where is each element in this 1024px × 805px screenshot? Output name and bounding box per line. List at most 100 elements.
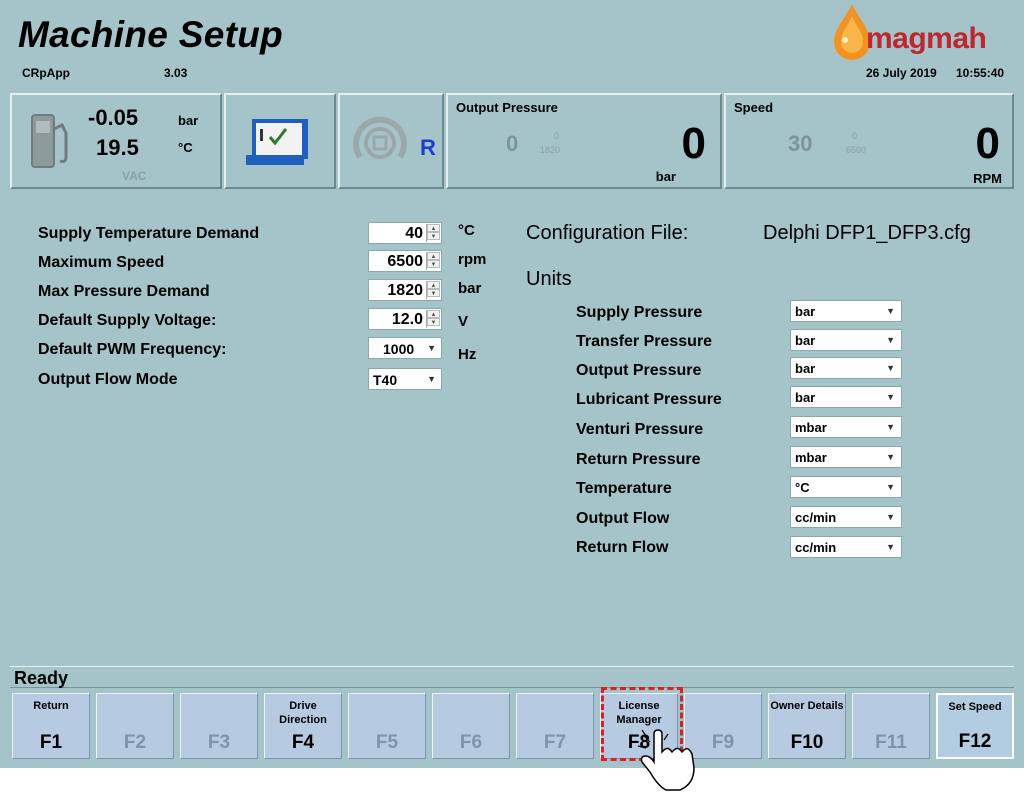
unit-value: cc/min xyxy=(795,510,837,525)
unit-select-return-flow[interactable]: cc/min ▼ xyxy=(790,536,902,558)
supply-temperature-demand-input[interactable]: 40 ▲ ▼ xyxy=(368,222,442,244)
unit-label-return-pressure: Return Pressure xyxy=(576,451,701,468)
default-pwm-frequency-unit: Hz xyxy=(458,346,477,363)
unit-label-transfer-pressure: Transfer Pressure xyxy=(576,333,713,350)
chevron-down-icon: ▼ xyxy=(886,363,895,373)
unit-value: bar xyxy=(795,304,816,319)
unit-select-temperature[interactable]: °C ▼ xyxy=(790,476,902,498)
arrow-up-icon[interactable]: ▲ xyxy=(427,252,440,260)
supply-temperature-demand-unit: °C xyxy=(458,222,475,239)
speed-value: 0 xyxy=(975,119,1000,168)
fuel-gauge-panel: -0.05 bar 19.5 °C VAC xyxy=(10,93,222,189)
unit-select-lubricant-pressure[interactable]: bar ▼ xyxy=(790,386,902,408)
chevron-down-icon: ▼ xyxy=(427,374,436,384)
fuel-pump-icon xyxy=(31,114,68,168)
f12-set-speed-button[interactable]: Set Speed F12 xyxy=(936,693,1014,759)
configuration-file-label: Configuration File: xyxy=(526,222,689,244)
arrow-down-icon[interactable]: ▼ xyxy=(427,289,440,297)
chevron-down-icon: ▼ xyxy=(427,343,436,353)
output-flow-mode-label: Output Flow Mode xyxy=(38,371,178,388)
chevron-down-icon: ▼ xyxy=(886,306,895,316)
configuration-file-name: Delphi DFP1_DFP3.cfg xyxy=(763,222,971,244)
arrow-down-icon[interactable]: ▼ xyxy=(427,260,440,268)
default-pwm-frequency-select[interactable]: 1000 ▼ xyxy=(368,337,442,359)
spin-arrows[interactable]: ▲ ▼ xyxy=(426,281,440,299)
default-supply-voltage-unit: V xyxy=(458,313,469,330)
chevron-down-icon: ▼ xyxy=(886,452,895,462)
fkey-name: F2 xyxy=(123,732,147,753)
f6-button[interactable]: F6 xyxy=(432,693,510,759)
maximum-speed-label: Maximum Speed xyxy=(38,254,165,271)
fkey-name: F12 xyxy=(958,731,992,752)
maximum-speed-input[interactable]: 6500 ▲ ▼ xyxy=(368,250,442,272)
chevron-down-icon: ▼ xyxy=(886,512,895,522)
f3-button[interactable]: F3 xyxy=(180,693,258,759)
maximum-speed-unit: rpm xyxy=(458,251,487,268)
fkey-name: F6 xyxy=(459,732,483,753)
default-supply-voltage-input[interactable]: 12.0 ▲ ▼ xyxy=(368,308,442,330)
fkey-label: Drive Direction xyxy=(279,700,327,726)
unit-value: mbar xyxy=(795,420,827,435)
unit-value: bar xyxy=(795,390,816,405)
page-title: Machine Setup xyxy=(18,14,283,55)
arrow-up-icon[interactable]: ▲ xyxy=(427,224,440,232)
spin-arrows[interactable]: ▲ ▼ xyxy=(426,224,440,242)
fkey-label: Set Speed xyxy=(948,701,1002,713)
output-pressure-demand: 0 xyxy=(506,131,519,156)
unit-select-transfer-pressure[interactable]: bar ▼ xyxy=(790,329,902,351)
f10-owner-details-button[interactable]: Owner Details F10 xyxy=(768,693,846,759)
arrow-up-icon[interactable]: ▲ xyxy=(427,281,440,289)
speed-max: 6500 xyxy=(846,145,867,155)
f1-return-button[interactable]: Return F1 xyxy=(12,693,90,759)
fkey-name: F5 xyxy=(375,732,399,753)
unit-value: bar xyxy=(795,333,816,348)
current-date: 26 July 2019 xyxy=(866,66,937,80)
supply-temperature-demand-value: 40 xyxy=(405,225,423,242)
unit-select-return-pressure[interactable]: mbar ▼ xyxy=(790,446,902,468)
arrow-down-icon[interactable]: ▼ xyxy=(427,232,440,240)
f4-drive-direction-button[interactable]: Drive Direction F4 xyxy=(264,693,342,759)
unit-select-supply-pressure[interactable]: bar ▼ xyxy=(790,300,902,322)
f2-button[interactable]: F2 xyxy=(96,693,174,759)
fkey-name: F7 xyxy=(543,732,567,753)
direction-value: R xyxy=(420,135,436,160)
unit-label-supply-pressure: Supply Pressure xyxy=(576,304,703,321)
output-flow-mode-value: T40 xyxy=(373,372,398,388)
f5-button[interactable]: F5 xyxy=(348,693,426,759)
default-pwm-frequency-value: 1000 xyxy=(383,341,415,357)
supply-pressure-value: -0.05 xyxy=(88,105,139,130)
unit-label-output-flow: Output Flow xyxy=(576,510,670,527)
output-pressure-panel: Output Pressure 0 0 1820 0 bar xyxy=(446,93,722,189)
status-bar: Ready xyxy=(10,666,1014,688)
spin-arrows[interactable]: ▲ ▼ xyxy=(426,310,440,328)
fkey-name: F1 xyxy=(39,732,63,753)
machine-setup-window: Machine Setup CRpApp 3.03 26 July 2019 1… xyxy=(0,0,1024,768)
chevron-down-icon: ▼ xyxy=(886,542,895,552)
spin-arrows[interactable]: ▲ ▼ xyxy=(426,252,440,270)
speed-unit: RPM xyxy=(973,171,1002,186)
output-pressure-unit: bar xyxy=(655,169,676,184)
chevron-down-icon: ▼ xyxy=(886,392,895,402)
direction-panel[interactable]: R xyxy=(338,93,444,189)
arrow-down-icon[interactable]: ▼ xyxy=(427,318,440,326)
output-flow-mode-select[interactable]: T40 ▼ xyxy=(368,368,442,390)
unit-select-output-pressure[interactable]: bar ▼ xyxy=(790,357,902,379)
f11-button[interactable]: F11 xyxy=(852,693,930,759)
unit-label-temperature: Temperature xyxy=(576,480,672,497)
fkey-name: F11 xyxy=(875,732,907,753)
chevron-down-icon: ▼ xyxy=(886,335,895,345)
unit-value: bar xyxy=(795,361,816,376)
max-pressure-demand-input[interactable]: 1820 ▲ ▼ xyxy=(368,279,442,301)
speed-title: Speed xyxy=(734,100,774,115)
fkey-name: F3 xyxy=(207,732,231,753)
fkey-name: F4 xyxy=(291,732,315,753)
f7-button[interactable]: F7 xyxy=(516,693,594,759)
unit-select-venturi-pressure[interactable]: mbar ▼ xyxy=(790,416,902,438)
current-time: 10:55:40 xyxy=(956,66,1005,80)
supply-temperature-unit: °C xyxy=(178,140,193,155)
max-pressure-demand-value: 1820 xyxy=(387,282,423,299)
unit-select-output-flow[interactable]: cc/min ▼ xyxy=(790,506,902,528)
app-version: 3.03 xyxy=(164,66,188,80)
arrow-up-icon[interactable]: ▲ xyxy=(427,310,440,318)
maximum-speed-value: 6500 xyxy=(387,253,423,270)
